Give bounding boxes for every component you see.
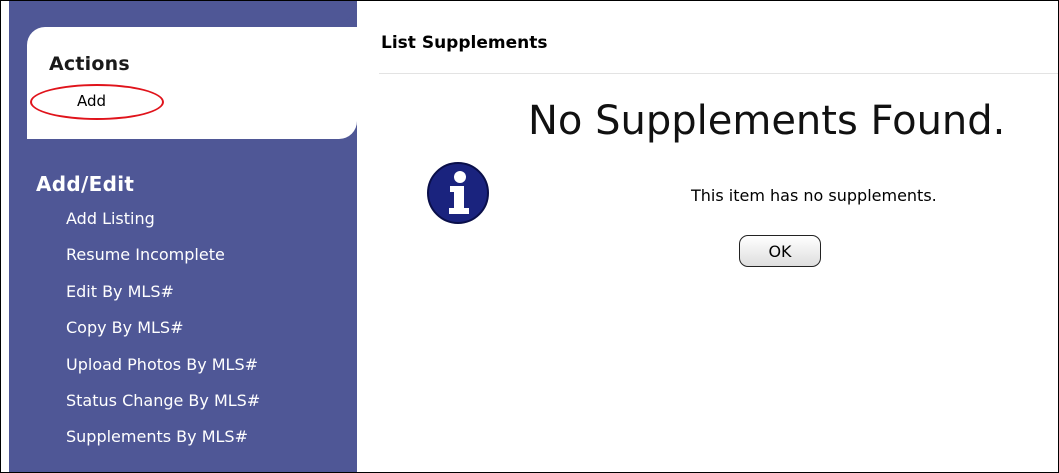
page-title: List Supplements	[381, 33, 548, 53]
title-divider	[379, 73, 1058, 74]
add-edit-heading: Add/Edit	[36, 172, 135, 196]
menu-item-resume-incomplete[interactable]: Resume Incomplete	[66, 243, 260, 279]
empty-state-headline: No Supplements Found.	[528, 98, 1006, 144]
menu-item-status-change-by-mls[interactable]: Status Change By MLS#	[66, 389, 260, 425]
add-edit-menu: Add Listing Resume Incomplete Edit By ML…	[66, 207, 260, 462]
ok-button[interactable]: OK	[739, 235, 821, 267]
info-icon	[427, 162, 489, 224]
actions-panel	[27, 27, 357, 139]
add-link[interactable]: Add	[77, 92, 106, 110]
menu-item-add-listing[interactable]: Add Listing	[66, 207, 260, 243]
page-frame: Actions Add Add/Edit Add Listing Resume …	[0, 0, 1059, 473]
actions-heading: Actions	[49, 53, 130, 75]
sidebar-top-bar	[9, 1, 357, 23]
menu-item-copy-by-mls[interactable]: Copy By MLS#	[66, 316, 260, 352]
empty-state-message: This item has no supplements.	[691, 186, 937, 205]
menu-item-supplements-by-mls[interactable]: Supplements By MLS#	[66, 425, 260, 461]
menu-item-edit-by-mls[interactable]: Edit By MLS#	[66, 280, 260, 316]
menu-item-upload-photos-by-mls[interactable]: Upload Photos By MLS#	[66, 353, 260, 389]
